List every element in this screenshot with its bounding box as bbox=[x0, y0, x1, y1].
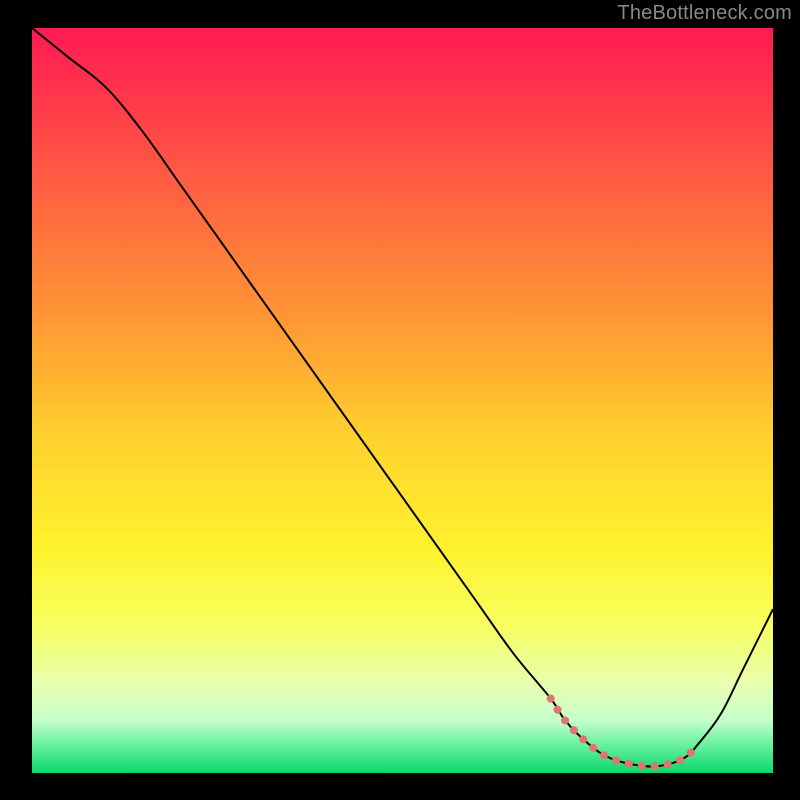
chart-canvas bbox=[0, 0, 800, 800]
watermark-label: TheBottleneck.com bbox=[617, 2, 792, 25]
bottleneck-chart: TheBottleneck.com bbox=[0, 0, 800, 800]
gradient-background bbox=[32, 28, 773, 773]
